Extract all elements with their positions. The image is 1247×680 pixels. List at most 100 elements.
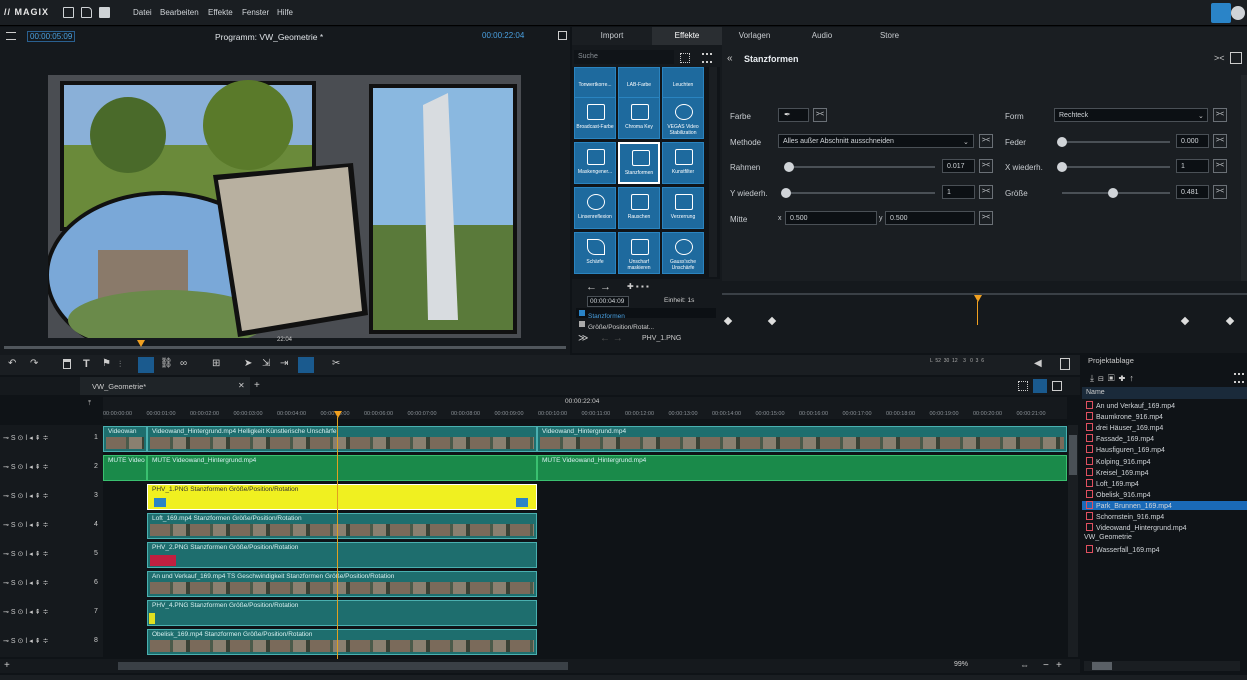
add-track-icon[interactable]: + bbox=[4, 660, 10, 671]
split-icon[interactable]: ⫶ bbox=[119, 359, 121, 370]
project-item[interactable]: Fassade_169.mp4 bbox=[1086, 434, 1154, 443]
form-keyframe-icon[interactable]: >< bbox=[1213, 108, 1227, 122]
effects-search-input[interactable]: Suche bbox=[574, 50, 674, 64]
project-folder[interactable]: VW_Geometrie bbox=[1084, 534, 1132, 541]
menu-hilfe[interactable]: Hilfe bbox=[277, 8, 293, 17]
project-item[interactable]: Schornstein_916.mp4 bbox=[1086, 512, 1164, 521]
text-tool-icon[interactable]: T bbox=[83, 358, 90, 370]
trim-mode-icon[interactable]: ⇥ bbox=[280, 358, 288, 369]
project-hscrollbar[interactable] bbox=[1084, 661, 1240, 671]
mouse-mode-icon[interactable]: ➤ bbox=[244, 358, 252, 369]
open-folder-icon[interactable] bbox=[81, 7, 92, 18]
effects-scrollbar[interactable] bbox=[709, 67, 717, 277]
menu-bearbeiten[interactable]: Bearbeiten bbox=[160, 8, 199, 17]
ywieder-input[interactable]: 1 bbox=[942, 185, 975, 199]
xwieder-slider-knob[interactable] bbox=[1057, 162, 1067, 172]
tab-import[interactable]: Import bbox=[582, 27, 642, 45]
track-controls-icon[interactable]: ⊸S⊙ǀ◂⇞≑ bbox=[3, 579, 50, 587]
groesse-input[interactable]: 0.481 bbox=[1176, 185, 1209, 199]
fx-linsenreflexion[interactable]: Linsenreflexion bbox=[574, 187, 616, 229]
zoom-out-icon[interactable]: − bbox=[1043, 660, 1049, 671]
fx-icon[interactable]: ✂ bbox=[332, 358, 340, 369]
playhead-marker[interactable] bbox=[137, 340, 145, 347]
mitte-keyframe-icon[interactable]: >< bbox=[979, 211, 993, 225]
tab-effekte[interactable]: Effekte bbox=[652, 27, 722, 45]
kf-playhead[interactable] bbox=[974, 295, 982, 302]
fx-chroma-key[interactable]: Chroma Key bbox=[618, 97, 660, 139]
track-controls-icon[interactable]: ⊸S⊙ǀ◂⇞≑ bbox=[3, 608, 50, 616]
clip[interactable]: PHV_4.PNG Stanzformen Größe/Position/Rot… bbox=[147, 600, 537, 626]
farbe-keyframe-icon[interactable]: >< bbox=[813, 108, 827, 122]
zoom-fit-icon[interactable]: ⇔ bbox=[1020, 660, 1029, 670]
fx-schaerfe[interactable]: Schärfe bbox=[574, 232, 616, 274]
farbe-picker[interactable] bbox=[778, 108, 809, 122]
speaker-icon[interactable]: ◀ bbox=[1034, 358, 1042, 369]
project-column-header[interactable]: Name bbox=[1082, 387, 1247, 399]
clip[interactable]: Videowand_Hintergrund.mp4 Helligkeit Kün… bbox=[147, 426, 537, 452]
fx-kunstfilter[interactable]: Kunstfilter bbox=[662, 142, 704, 184]
xwieder-slider[interactable] bbox=[1062, 166, 1170, 168]
track-controls-icon[interactable]: ⊸S⊙ǀ◂⇞≑ bbox=[3, 521, 50, 529]
fx-maskengenerator[interactable]: Maskengener... bbox=[574, 142, 616, 184]
ywieder-slider-knob[interactable] bbox=[781, 188, 791, 198]
tab-vorlagen[interactable]: Vorlagen bbox=[727, 27, 782, 45]
menu-fenster[interactable]: Fenster bbox=[242, 8, 269, 17]
ruler-collapse-icon[interactable]: ⤒ bbox=[88, 400, 91, 408]
delete-icon[interactable] bbox=[63, 359, 71, 369]
project-item[interactable]: Loft_169.mp4 bbox=[1086, 478, 1139, 488]
project-item[interactable]: Videowand_Hintergrund.mp4 bbox=[1086, 523, 1187, 532]
rahmen-slider[interactable] bbox=[785, 166, 935, 168]
mixer-icon[interactable] bbox=[1060, 358, 1070, 370]
groesse-slider-knob[interactable] bbox=[1108, 188, 1118, 198]
redo-icon[interactable]: ↷ bbox=[30, 358, 38, 369]
project-item[interactable]: drei Häuser_169.mp4 bbox=[1086, 423, 1163, 432]
marker-icon[interactable]: ⚑ bbox=[102, 358, 111, 369]
undo-icon[interactable]: ↶ bbox=[8, 358, 16, 369]
clip[interactable]: Videowand_Hintergrund.mp4 bbox=[537, 426, 1067, 452]
view-timeline-icon[interactable] bbox=[1033, 379, 1047, 393]
clip[interactable]: Obelisk_169.mp4 Stanzformen Größe/Positi… bbox=[147, 629, 537, 655]
project-item[interactable]: Hausfiguren_169.mp4 bbox=[1086, 445, 1165, 454]
kf-time-input[interactable]: 00:00:04:09 bbox=[587, 296, 629, 307]
rahmen-slider-knob[interactable] bbox=[784, 162, 794, 172]
mitte-y-input[interactable]: 0.500 bbox=[885, 211, 975, 225]
preview-scrubber[interactable]: 22:04 bbox=[0, 337, 570, 356]
unlink-icon[interactable]: ∞ bbox=[180, 358, 187, 369]
groesse-keyframe-icon[interactable]: >< bbox=[1213, 185, 1227, 199]
tab-audio[interactable]: Audio bbox=[797, 27, 847, 45]
range-mode-icon[interactable]: ⇲ bbox=[262, 358, 270, 369]
zoom-in-icon[interactable]: + bbox=[1056, 660, 1062, 671]
project-list-view-icon[interactable] bbox=[1234, 373, 1244, 383]
project-item[interactable]: Obelisk_916.mp4 bbox=[1086, 489, 1150, 499]
clip[interactable]: Videowan bbox=[103, 426, 147, 452]
track-controls-icon[interactable]: ⊸S⊙ǀ◂⇞≑ bbox=[3, 434, 50, 442]
feder-slider-knob[interactable] bbox=[1057, 137, 1067, 147]
tab-vw-geometrie[interactable]: VW_Geometrie* ✕ bbox=[80, 377, 250, 395]
link-icon[interactable]: ⛓ bbox=[160, 358, 173, 369]
clip[interactable]: MUTE Videowand_Hintergrund.mp4 bbox=[147, 455, 537, 481]
track-controls-icon[interactable]: ⊸S⊙ǀ◂⇞≑ bbox=[3, 637, 50, 645]
track-controls-icon[interactable]: ⊸S⊙ǀ◂⇞≑ bbox=[3, 550, 50, 558]
fx-vegas-stabilization[interactable]: VEGAS Video Stabilization bbox=[662, 97, 704, 139]
clip[interactable]: An und Verkauf_169.mp4 TS Geschwindigkei… bbox=[147, 571, 537, 597]
project-item[interactable]: Wasserfall_169.mp4 bbox=[1086, 545, 1160, 554]
kf-arrows-icon[interactable]: ← → bbox=[586, 281, 611, 293]
settings-icon[interactable] bbox=[1231, 6, 1245, 20]
panel-maximize-icon[interactable] bbox=[1230, 52, 1242, 64]
storyboard-mode-icon[interactable] bbox=[298, 357, 314, 373]
feder-slider[interactable] bbox=[1062, 141, 1170, 143]
params-scrollbar[interactable] bbox=[1241, 75, 1247, 281]
fx-verzerrung[interactable]: Verzerrung bbox=[662, 187, 704, 229]
menu-datei[interactable]: Datei bbox=[133, 8, 152, 17]
effects-mode-icon[interactable] bbox=[1211, 3, 1231, 23]
snap-icon[interactable] bbox=[138, 357, 154, 373]
track-controls-icon[interactable]: ⊸S⊙ǀ◂⇞≑ bbox=[3, 492, 50, 500]
fx-unscharf-maskieren[interactable]: Unscharf maskieren bbox=[618, 232, 660, 274]
kf-tools-icon[interactable]: ✚ ▪ ▪ ▪ bbox=[627, 282, 649, 291]
zoom-value[interactable]: 99% bbox=[954, 661, 968, 668]
fx-broadcast-farbe[interactable]: Broadcast-Farbe bbox=[574, 97, 616, 139]
xwieder-input[interactable]: 1 bbox=[1176, 159, 1209, 173]
view-grid-icon[interactable] bbox=[1018, 381, 1028, 391]
ywieder-keyframe-icon[interactable]: >< bbox=[979, 185, 993, 199]
timeline-vscrollbar[interactable] bbox=[1068, 425, 1078, 657]
